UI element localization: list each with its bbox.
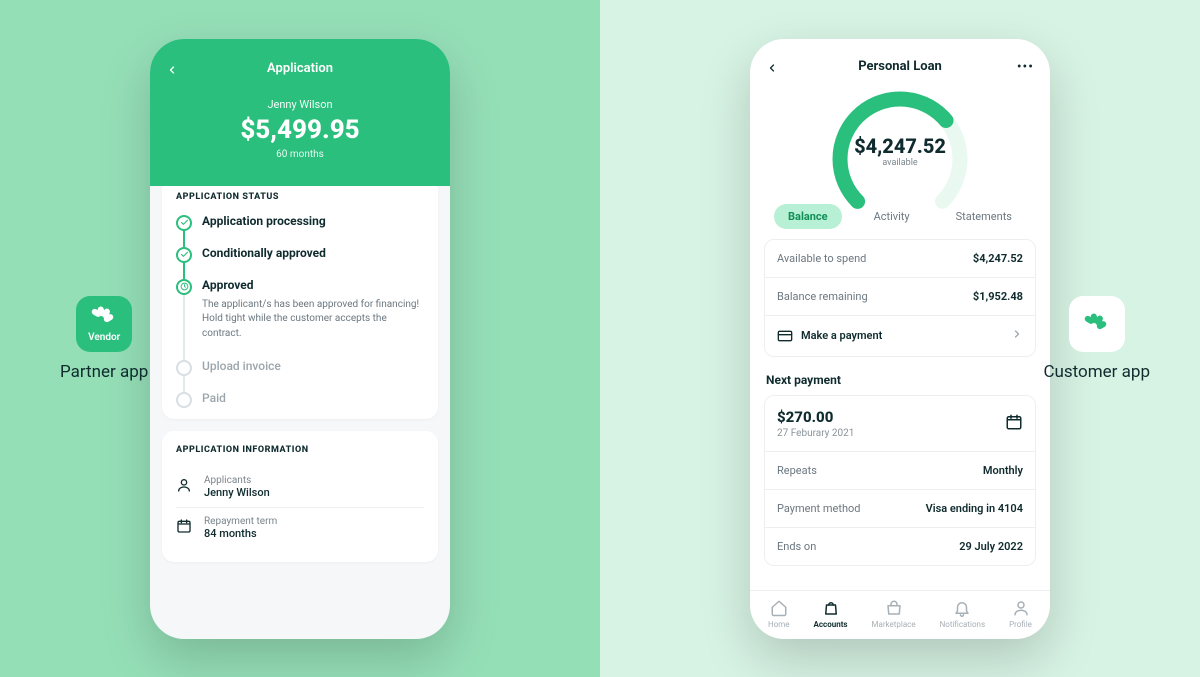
- available-label: available: [825, 158, 975, 168]
- customer-header: Personal Loan ••• $4,247.52 available Ba…: [750, 39, 1050, 239]
- next-payment-summary: $270.00 27 Feburary 2021: [765, 396, 1035, 451]
- home-icon: [770, 599, 788, 617]
- card-icon: [777, 328, 793, 344]
- chevron-left-icon: [166, 64, 178, 76]
- chevron-right-icon: [1011, 328, 1023, 343]
- page-title: Personal Loan: [766, 59, 1034, 74]
- user-icon: [1012, 599, 1030, 617]
- next-payment-date: 27 Feburary 2021: [777, 428, 854, 439]
- bell-icon: [953, 599, 971, 617]
- next-payment-amount: $270.00: [777, 408, 854, 426]
- info-row-applicants: Applicants Jenny Wilson: [176, 467, 424, 507]
- empty-circle-icon: [176, 392, 192, 408]
- logo-burst-icon: [1084, 311, 1110, 337]
- info-heading: APPLICATION INFORMATION: [176, 445, 424, 455]
- bag-icon: [822, 599, 840, 617]
- status-heading: APPLICATION STATUS: [176, 192, 424, 202]
- back-button[interactable]: [766, 59, 778, 78]
- partner-app-icon: Vendor: [76, 296, 132, 352]
- status-step-processing: Application processing: [176, 214, 424, 246]
- partner-header: Application Jenny Wilson $5,499.95 60 mo…: [150, 39, 450, 186]
- available-amount: $4,247.52: [825, 134, 975, 158]
- balance-gauge: $4,247.52 available: [766, 88, 1034, 188]
- balance-list: Available to spend $4,247.52 Balance rem…: [764, 239, 1036, 357]
- person-icon: [176, 477, 194, 497]
- shopping-bag-icon: [885, 599, 903, 617]
- row-ends: Ends on 29 July 2022: [765, 527, 1035, 565]
- check-icon: [176, 215, 192, 231]
- status-step-conditional: Conditionally approved: [176, 246, 424, 278]
- clock-icon: [176, 279, 192, 295]
- partner-caption: Partner app: [60, 362, 148, 382]
- info-card: APPLICATION INFORMATION Applicants Jenny…: [162, 431, 438, 562]
- approved-description: The applicant/s has been approved for fi…: [202, 298, 424, 342]
- next-payment-card: $270.00 27 Feburary 2021 Repeats Monthly…: [764, 395, 1036, 566]
- vendor-badge: Vendor: [88, 332, 120, 343]
- customer-app-icon: [1069, 296, 1125, 352]
- next-payment-heading: Next payment: [766, 373, 1034, 387]
- logo-burst-icon: [91, 304, 117, 330]
- empty-circle-icon: [176, 360, 192, 376]
- nav-notifications[interactable]: Notifications: [940, 599, 985, 629]
- partner-side-label: Vendor Partner app: [60, 296, 148, 382]
- application-term: 60 months: [168, 149, 432, 160]
- back-button[interactable]: [166, 61, 178, 80]
- more-button[interactable]: •••: [1017, 59, 1034, 75]
- status-step-upload: Upload invoice: [176, 359, 424, 391]
- status-step-paid: Paid: [176, 391, 424, 405]
- partner-phone: Application Jenny Wilson $5,499.95 60 mo…: [150, 39, 450, 639]
- bottom-nav: Home Accounts Marketplace Notifications …: [750, 590, 1050, 639]
- status-card: APPLICATION STATUS Application processin…: [162, 178, 438, 420]
- status-step-approved: Approved The applicant/s has been approv…: [176, 278, 424, 360]
- customer-caption: Customer app: [1043, 362, 1150, 382]
- nav-accounts[interactable]: Accounts: [814, 599, 848, 629]
- customer-phone: Personal Loan ••• $4,247.52 available Ba…: [750, 39, 1050, 639]
- calendar-icon[interactable]: [1005, 413, 1023, 434]
- check-icon: [176, 247, 192, 263]
- row-available: Available to spend $4,247.52: [765, 240, 1035, 277]
- row-remaining: Balance remaining $1,952.48: [765, 277, 1035, 315]
- nav-home[interactable]: Home: [768, 599, 790, 629]
- row-method: Payment method Visa ending in 4104: [765, 489, 1035, 527]
- info-row-term: Repayment term 84 months: [176, 507, 424, 548]
- nav-marketplace[interactable]: Marketplace: [872, 599, 916, 629]
- application-amount: $5,499.95: [168, 115, 432, 145]
- customer-side-label: Customer app: [1043, 296, 1150, 382]
- nav-profile[interactable]: Profile: [1009, 599, 1032, 629]
- applicant-name: Jenny Wilson: [168, 98, 432, 111]
- page-title: Application: [168, 61, 432, 76]
- chevron-left-icon: [766, 62, 778, 74]
- row-repeats: Repeats Monthly: [765, 451, 1035, 489]
- calendar-icon: [176, 518, 194, 538]
- make-payment-button[interactable]: Make a payment: [765, 315, 1035, 356]
